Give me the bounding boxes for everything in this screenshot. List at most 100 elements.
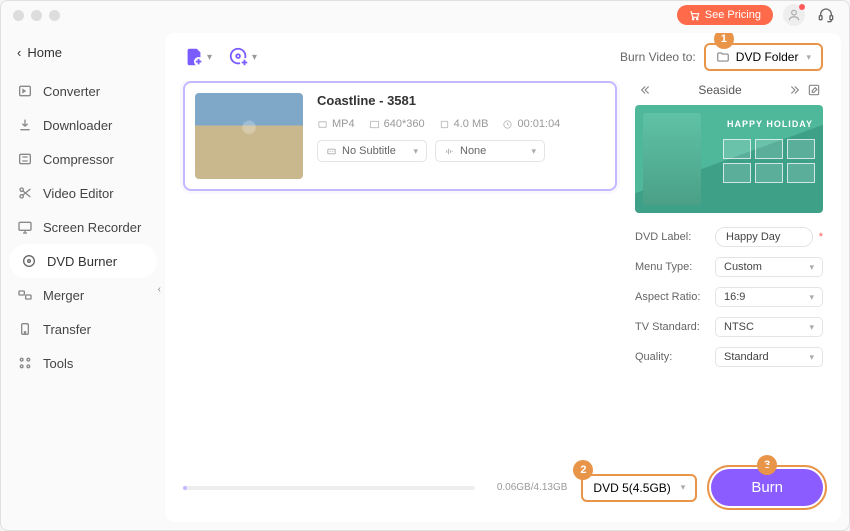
clock-icon xyxy=(502,119,513,130)
sidebar-label: Merger xyxy=(43,288,84,303)
compressor-icon xyxy=(17,151,33,167)
window-controls xyxy=(13,10,60,21)
home-link[interactable]: ‹ Home xyxy=(1,39,165,66)
theme-name: Seaside xyxy=(653,83,787,97)
see-pricing-button[interactable]: See Pricing xyxy=(677,5,773,25)
video-card[interactable]: Coastline - 3581 MP4 640*360 4.0 MB 00:0… xyxy=(183,81,617,191)
required-marker: * xyxy=(819,231,823,243)
disc-icon xyxy=(21,253,37,269)
chevron-down-icon: ▾ xyxy=(207,52,212,63)
theme-preview[interactable]: HAPPY HOLIDAY xyxy=(635,105,823,213)
sidebar-label: Screen Recorder xyxy=(43,220,141,235)
quality-label: Quality: xyxy=(635,351,709,363)
folder-icon xyxy=(716,50,730,64)
sidebar-label: Compressor xyxy=(43,152,114,167)
titlebar: See Pricing xyxy=(1,1,849,29)
burn-to-group: Burn Video to: 1 DVD Folder ▾ xyxy=(620,43,823,71)
burn-target-value: DVD Folder xyxy=(736,50,799,64)
sidebar-item-downloader[interactable]: Downloader xyxy=(1,108,165,142)
see-pricing-label: See Pricing xyxy=(705,9,761,21)
video-title: Coastline - 3581 xyxy=(317,93,605,108)
close-window-button[interactable] xyxy=(13,10,24,21)
resolution-icon xyxy=(369,119,380,130)
home-label: Home xyxy=(27,45,62,60)
disc-usage-text: 0.06GB/4.13GB xyxy=(497,482,568,493)
next-theme-button[interactable] xyxy=(787,83,805,97)
dvd-label-label: DVD Label: xyxy=(635,231,709,243)
edit-theme-button[interactable] xyxy=(805,83,823,97)
chevron-down-icon: ▾ xyxy=(809,322,814,333)
sidebar-item-tools[interactable]: Tools xyxy=(1,346,165,380)
transfer-icon xyxy=(17,321,33,337)
grid-icon xyxy=(17,355,33,371)
user-icon xyxy=(787,8,801,22)
chevron-left-double-icon xyxy=(637,83,651,97)
converter-icon xyxy=(17,83,33,99)
sidebar-label: DVD Burner xyxy=(47,254,117,269)
minimize-window-button[interactable] xyxy=(31,10,42,21)
dvd-label-input[interactable]: Happy Day xyxy=(715,227,813,247)
chevron-down-icon: ▾ xyxy=(681,482,686,493)
audio-select[interactable]: None ▾ xyxy=(435,140,545,162)
sidebar-label: Video Editor xyxy=(43,186,114,201)
prev-theme-button[interactable] xyxy=(635,83,653,97)
aspect-ratio-label: Aspect Ratio: xyxy=(635,291,709,303)
main-panel: ▾ ▾ Burn Video to: 1 DVD Folder xyxy=(165,33,841,522)
add-disc-icon xyxy=(228,46,250,68)
account-button[interactable] xyxy=(783,4,805,26)
callout-marker: 3 xyxy=(757,455,777,475)
support-button[interactable] xyxy=(815,4,837,26)
video-meta: MP4 640*360 4.0 MB 00:01:04 xyxy=(317,118,605,130)
disc-type-select[interactable]: DVD 5(4.5GB) ▾ xyxy=(581,474,697,502)
chevron-down-icon: ▾ xyxy=(809,262,814,273)
callout-marker: 2 xyxy=(573,460,593,480)
add-disc-button[interactable]: ▾ xyxy=(228,46,257,68)
sidebar-item-screen-recorder[interactable]: Screen Recorder xyxy=(1,210,165,244)
subtitle-select[interactable]: No Subtitle ▾ xyxy=(317,140,427,162)
add-file-icon xyxy=(183,46,205,68)
sidebar-item-merger[interactable]: Merger xyxy=(1,278,165,312)
sidebar-item-transfer[interactable]: Transfer xyxy=(1,312,165,346)
sidebar-label: Downloader xyxy=(43,118,112,133)
aspect-ratio-select[interactable]: 16:9▾ xyxy=(715,287,823,307)
sidebar-item-video-editor[interactable]: Video Editor xyxy=(1,176,165,210)
monitor-icon xyxy=(17,219,33,235)
collapse-sidebar-button[interactable]: ‹ xyxy=(158,284,161,295)
sidebar-item-compressor[interactable]: Compressor xyxy=(1,142,165,176)
add-file-button[interactable]: ▾ xyxy=(183,46,212,68)
chevron-down-icon: ▾ xyxy=(252,52,257,63)
back-chevron-icon: ‹ xyxy=(17,45,21,60)
theme-panel: Seaside HAPPY HOLIDAY DVD Label: xyxy=(635,81,823,457)
audio-icon xyxy=(444,146,455,157)
sidebar-item-converter[interactable]: Converter xyxy=(1,74,165,108)
app-window: See Pricing ‹ Home Converter xyxy=(0,0,850,531)
merger-icon xyxy=(17,287,33,303)
headset-icon xyxy=(818,7,834,23)
video-list: Coastline - 3581 MP4 640*360 4.0 MB 00:0… xyxy=(183,81,617,457)
format-icon xyxy=(317,119,328,130)
sidebar-item-dvd-burner[interactable]: DVD Burner xyxy=(9,244,157,278)
video-thumbnail[interactable] xyxy=(195,93,303,179)
quality-select[interactable]: Standard▾ xyxy=(715,347,823,367)
sidebar-label: Tools xyxy=(43,356,73,371)
downloader-icon xyxy=(17,117,33,133)
sidebar: ‹ Home Converter Downloader Compressor xyxy=(1,29,165,530)
tv-standard-select[interactable]: NTSC▾ xyxy=(715,317,823,337)
bottom-bar: 0.06GB/4.13GB 2 DVD 5(4.5GB) ▾ 3 Burn xyxy=(165,457,841,522)
edit-icon xyxy=(807,83,821,97)
disc-usage-bar xyxy=(183,486,475,490)
tv-standard-label: TV Standard: xyxy=(635,321,709,333)
chevron-down-icon: ▾ xyxy=(809,292,814,303)
cart-icon xyxy=(689,10,700,21)
chevron-down-icon: ▾ xyxy=(413,146,418,157)
menu-type-label: Menu Type: xyxy=(635,261,709,273)
subtitle-icon xyxy=(326,146,337,157)
burn-to-label: Burn Video to: xyxy=(620,50,696,64)
theme-banner-text: HAPPY HOLIDAY xyxy=(727,119,813,129)
sidebar-label: Converter xyxy=(43,84,100,99)
chevron-down-icon: ▾ xyxy=(531,146,536,157)
menu-type-select[interactable]: Custom▾ xyxy=(715,257,823,277)
maximize-window-button[interactable] xyxy=(49,10,60,21)
sidebar-label: Transfer xyxy=(43,322,91,337)
chevron-right-double-icon xyxy=(789,83,803,97)
